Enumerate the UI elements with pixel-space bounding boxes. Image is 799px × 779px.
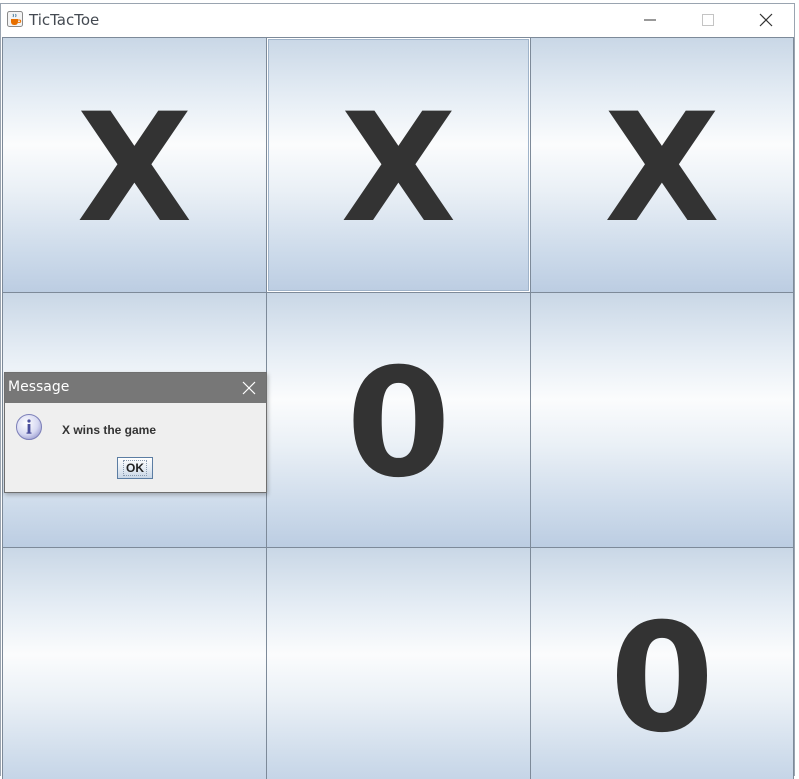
dialog-title-bar[interactable]: Message	[5, 373, 266, 403]
close-icon	[759, 13, 773, 27]
info-icon	[15, 413, 43, 441]
close-button[interactable]	[737, 4, 795, 36]
cell-r2-c3[interactable]	[530, 292, 794, 548]
cell-r2-c2[interactable]: 0	[266, 292, 531, 548]
ok-button[interactable]: OK	[117, 457, 153, 479]
cell-r3-c3[interactable]: 0	[530, 547, 794, 779]
cell-mark: X	[76, 82, 193, 256]
cell-r1-c1[interactable]: X	[2, 37, 267, 293]
close-icon	[242, 381, 256, 395]
message-dialog: Message X wins the game OK	[4, 372, 267, 493]
dialog-message: X wins the game	[62, 423, 157, 437]
cell-r3-c1[interactable]	[2, 547, 267, 779]
minimize-button[interactable]	[621, 4, 679, 36]
ok-button-label: OK	[123, 460, 147, 476]
minimize-icon	[644, 19, 656, 21]
cell-r1-c2[interactable]: X	[266, 37, 531, 293]
maximize-button[interactable]	[679, 4, 737, 36]
cell-mark: 0	[346, 337, 451, 511]
maximize-icon	[702, 14, 714, 26]
cell-r1-c3[interactable]: X	[530, 37, 794, 293]
dialog-title: Message	[8, 379, 70, 395]
cell-mark: 0	[609, 592, 715, 766]
java-cup-icon	[7, 11, 23, 27]
title-bar[interactable]: TicTacToe	[1, 4, 794, 36]
cell-mark: X	[604, 82, 720, 256]
window-title: TicTacToe	[29, 11, 100, 29]
cell-mark: X	[340, 82, 457, 256]
dialog-close-button[interactable]	[238, 377, 260, 399]
cell-r3-c2[interactable]	[266, 547, 531, 779]
